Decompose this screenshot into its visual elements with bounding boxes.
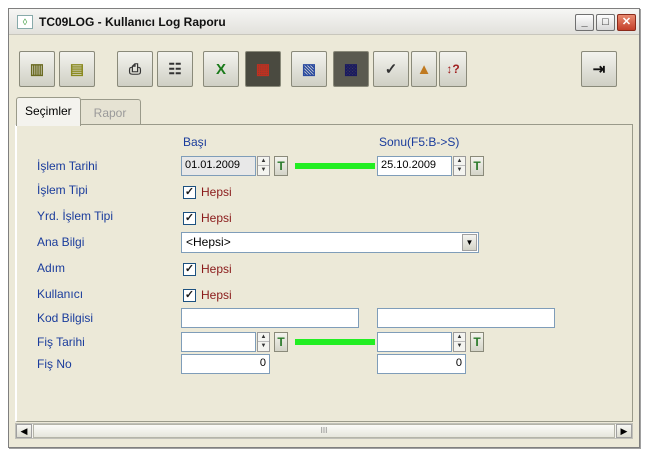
minimize-button[interactable]: _ [575,14,594,31]
islem-tarihi-start-spinner[interactable]: ▲ ▼ [257,156,270,176]
ana-bilgi-label: Ana Bilgi [37,235,85,249]
yrd-islem-tipi-checkbox[interactable]: ✓ [183,212,196,225]
fis-tarihi-label: Fiş Tarihi [37,335,85,349]
fis-tarihi-end-t-button[interactable]: T [470,332,484,352]
document-icon: ▧ [301,61,317,78]
kod-bilgisi-end-input[interactable] [377,308,555,328]
print-icon: ⎙ [128,60,141,78]
book-button[interactable]: ▥ [19,51,55,87]
document-button[interactable]: ▧ [291,51,327,87]
sort-help-icon: ↕? [446,62,460,76]
report-icon: ▦ [255,61,271,78]
excel-icon: X [215,60,226,78]
header-start: Başı [183,135,208,149]
horizontal-scrollbar[interactable]: ◀ III ▶ [15,423,633,439]
adim-checkbox[interactable]: ✓ [183,263,196,276]
maximize-button[interactable]: □ [596,14,615,31]
color-button[interactable]: ▲ [411,51,437,87]
kullanici-hepsi-label: Hepsi [201,288,232,302]
app-window: ◊ TC09LOG - Kullanıcı Log Raporu _ □ ✕ ▥… [8,8,640,448]
tab-strip: Seçimler Rapor [9,95,639,126]
yrd-islem-tipi-label: Yrd. İşlem Tipi [37,209,114,223]
spin-down-icon[interactable]: ▼ [454,166,465,175]
spin-up-icon[interactable]: ▲ [258,333,269,342]
grid-icon: ▩ [343,61,359,78]
fis-tarihi-end-input[interactable] [377,332,452,352]
ana-bilgi-value: <Hepsi> [186,235,231,249]
adim-label: Adım [37,261,66,275]
grid-button[interactable]: ▩ [333,51,369,87]
checklist-icon: ✓ [384,61,398,78]
yrd-islem-tipi-hepsi-label: Hepsi [201,211,232,225]
notes-icon: ▤ [69,61,85,78]
islem-tarihi-start-t-button[interactable]: T [274,156,288,176]
fis-tarihi-start-input[interactable] [181,332,256,352]
islem-tipi-label: İşlem Tipi [37,183,88,197]
tab-selections[interactable]: Seçimler [16,97,81,126]
ana-bilgi-select[interactable]: <Hepsi> ▼ [181,232,479,253]
scroll-right-icon[interactable]: ▶ [616,424,632,438]
report-button[interactable]: ▦ [245,51,281,87]
kod-bilgisi-label: Kod Bilgisi [37,311,94,325]
title-bar[interactable]: ◊ TC09LOG - Kullanıcı Log Raporu _ □ ✕ [9,9,639,35]
header-end: Sonu(F5:B->S) [379,135,460,149]
toolbar: ▥ ▤ ⎙ ☷ X ▦ ▧ ▩ ✓ ▲ ↕? ⇥ [9,37,639,93]
islem-tarihi-start-input[interactable]: 01.01.2009 [181,156,256,176]
spin-down-icon[interactable]: ▼ [258,166,269,175]
spin-up-icon[interactable]: ▲ [454,333,465,342]
spin-up-icon[interactable]: ▲ [454,157,465,166]
window-title: TC09LOG - Kullanıcı Log Raporu [39,15,226,29]
notes-button[interactable]: ▤ [59,51,95,87]
fis-no-start-input[interactable]: 0 [181,354,270,374]
islem-tipi-hepsi-label: Hepsi [201,185,232,199]
fis-tarihi-start-spinner[interactable]: ▲ ▼ [257,332,270,352]
adim-hepsi-label: Hepsi [201,262,232,276]
scroll-left-icon[interactable]: ◀ [16,424,32,438]
islem-tarihi-end-t-button[interactable]: T [470,156,484,176]
fis-no-end-input[interactable]: 0 [377,354,466,374]
exit-button[interactable]: ⇥ [581,51,617,87]
close-button[interactable]: ✕ [617,14,636,31]
dropdown-arrow-icon[interactable]: ▼ [462,234,477,251]
scroll-thumb[interactable]: III [33,424,615,438]
exit-icon: ⇥ [592,61,606,78]
range-connector [295,339,375,345]
spin-up-icon[interactable]: ▲ [258,157,269,166]
checklist-button[interactable]: ✓ [373,51,409,87]
app-icon: ◊ [17,15,33,29]
fis-tarihi-end-spinner[interactable]: ▲ ▼ [453,332,466,352]
spin-down-icon[interactable]: ▼ [454,342,465,351]
options-button[interactable]: ☷ [157,51,193,87]
color-icon: ▲ [416,60,432,78]
kullanici-label: Kullanıcı [37,287,84,301]
range-connector [295,163,375,169]
options-icon: ☷ [168,61,182,78]
islem-tarihi-end-input[interactable]: 25.10.2009 [377,156,452,176]
selections-panel: Başı Sonu(F5:B->S) İşlem Tarihi 01.01.20… [15,124,633,422]
islem-tarihi-label: İşlem Tarihi [37,159,98,173]
print-button[interactable]: ⎙ [117,51,153,87]
kod-bilgisi-start-input[interactable] [181,308,359,328]
islem-tipi-checkbox[interactable]: ✓ [183,186,196,199]
fis-tarihi-start-t-button[interactable]: T [274,332,288,352]
tab-report[interactable]: Rapor [79,99,141,125]
spin-down-icon[interactable]: ▼ [258,342,269,351]
excel-button[interactable]: X [203,51,239,87]
sort-help-button[interactable]: ↕? [439,51,467,87]
book-icon: ▥ [29,61,45,78]
islem-tarihi-end-spinner[interactable]: ▲ ▼ [453,156,466,176]
kullanici-checkbox[interactable]: ✓ [183,289,196,302]
fis-no-label: Fiş No [37,357,72,371]
